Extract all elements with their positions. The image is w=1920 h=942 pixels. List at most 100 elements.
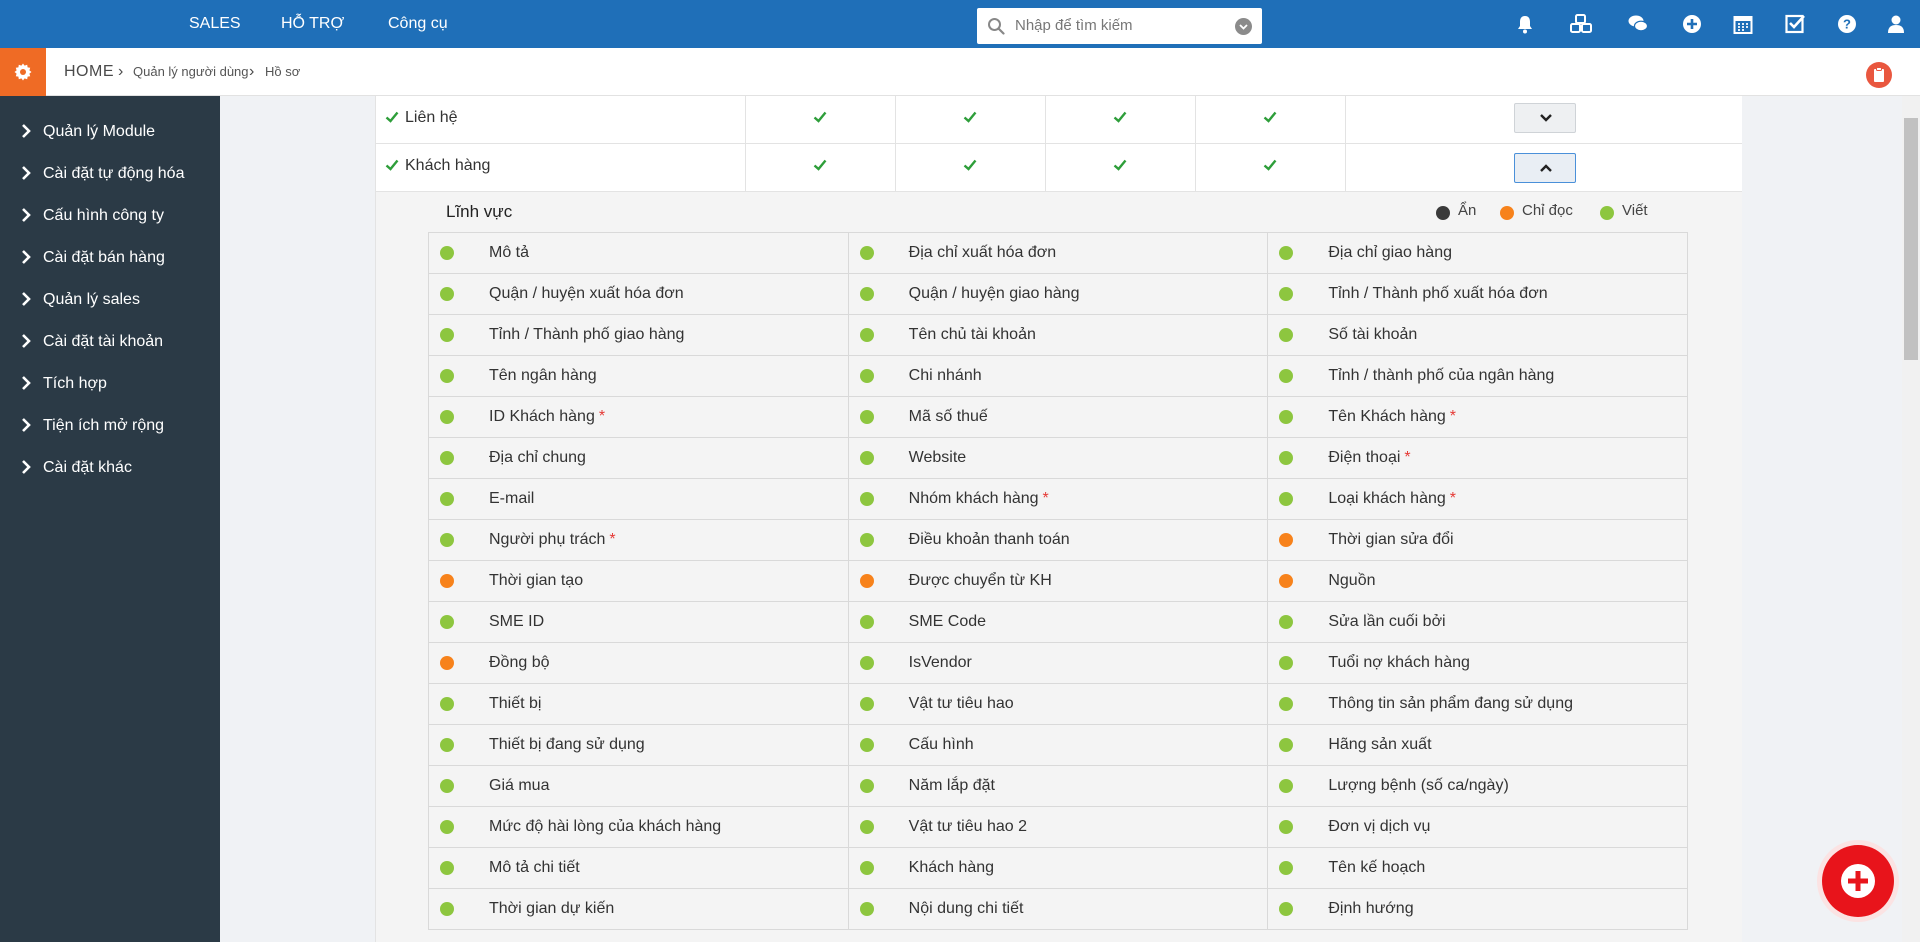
nav-tools[interactable]: Công cụ	[388, 0, 448, 48]
permission-dot-icon[interactable]	[859, 656, 874, 670]
permission-dot-icon[interactable]	[859, 820, 874, 834]
view-check-icon[interactable]	[813, 110, 827, 124]
permission-dot-icon[interactable]	[859, 287, 874, 301]
expand-button[interactable]	[1514, 103, 1576, 133]
permission-dot-icon[interactable]	[1279, 533, 1294, 547]
permission-dot-icon[interactable]	[1279, 574, 1294, 588]
permission-dot-icon[interactable]	[440, 861, 454, 875]
checkbox-icon[interactable]	[1784, 13, 1806, 35]
sidebar-item[interactable]: Quản lý Module	[0, 111, 220, 153]
search-input[interactable]: Nhập để tìm kiếm	[1015, 8, 1133, 44]
field-label: Chi nhánh	[908, 367, 982, 384]
permission-dot-icon[interactable]	[859, 492, 874, 506]
sidebar-item[interactable]: Cấu hình công ty	[0, 195, 220, 237]
chevron-right-icon	[22, 376, 31, 390]
permission-dot-icon[interactable]	[1279, 451, 1294, 465]
permission-dot-icon[interactable]	[440, 328, 454, 342]
permission-dot-icon[interactable]	[440, 697, 454, 711]
permission-dot-icon[interactable]	[859, 738, 874, 752]
permission-dot-icon[interactable]	[440, 574, 454, 588]
permission-dot-icon[interactable]	[440, 410, 454, 424]
permission-dot-icon[interactable]	[440, 779, 454, 793]
create-check-icon[interactable]	[963, 110, 977, 124]
permission-dot-icon[interactable]	[440, 287, 454, 301]
view-check-icon[interactable]	[813, 158, 827, 172]
collapse-button[interactable]	[1514, 153, 1576, 183]
permission-dot-icon[interactable]	[1279, 738, 1294, 752]
help-icon[interactable]: ?	[1836, 13, 1858, 35]
chevron-down-icon[interactable]	[1235, 18, 1252, 35]
permission-dot-icon[interactable]	[1279, 861, 1294, 875]
sidebar-item[interactable]: Cài đặt bán hàng	[0, 237, 220, 279]
permission-dot-icon[interactable]	[859, 410, 874, 424]
sidebar-item[interactable]: Tiện ích mở rộng	[0, 405, 220, 447]
required-asterisk: *	[1449, 408, 1456, 425]
permission-dot-icon[interactable]	[1279, 820, 1294, 834]
delete-check-icon[interactable]	[1263, 158, 1277, 172]
sidebar-item[interactable]: Cài đặt tài khoản	[0, 321, 220, 363]
field-label: Điện thoại *	[1328, 449, 1411, 466]
field-cell: Mức độ hài lòng của khách hàng	[429, 807, 849, 848]
permission-dot-icon[interactable]	[1279, 369, 1294, 383]
field-cell: Năm lắp đặt	[848, 766, 1269, 807]
permission-dot-icon[interactable]	[1279, 328, 1294, 342]
permission-dot-icon[interactable]	[859, 451, 874, 465]
permission-dot-icon[interactable]	[1279, 615, 1294, 629]
permission-dot-icon[interactable]	[440, 738, 454, 752]
permission-dot-icon[interactable]	[1279, 697, 1294, 711]
delete-check-icon[interactable]	[1263, 110, 1277, 124]
permission-dot-icon[interactable]	[440, 533, 454, 547]
edit-check-icon[interactable]	[1113, 158, 1127, 172]
settings-button[interactable]	[0, 48, 46, 96]
breadcrumb-home[interactable]: HOME	[64, 48, 114, 96]
clipboard-button[interactable]	[1866, 62, 1892, 88]
permission-dot-icon[interactable]	[859, 574, 874, 588]
user-icon[interactable]	[1885, 13, 1907, 35]
sidebar-item[interactable]: Tích hợp	[0, 363, 220, 405]
permission-dot-icon[interactable]	[440, 451, 454, 465]
calendar-icon[interactable]	[1732, 13, 1754, 35]
permission-dot-icon[interactable]	[440, 820, 454, 834]
permission-dot-icon[interactable]	[1279, 492, 1294, 506]
field-cell: Website	[848, 438, 1269, 479]
permission-dot-icon[interactable]	[440, 656, 454, 670]
permission-dot-icon[interactable]	[859, 779, 874, 793]
scrollbar-thumb[interactable]	[1904, 118, 1918, 360]
cubes-icon[interactable]	[1569, 13, 1593, 35]
permission-dot-icon[interactable]	[859, 861, 874, 875]
permission-dot-icon[interactable]	[440, 246, 454, 260]
field-row: Mức độ hài lòng của khách hàng Vật tư tiê…	[429, 807, 1689, 848]
permission-dot-icon[interactable]	[859, 369, 874, 383]
permission-dot-icon[interactable]	[1279, 246, 1294, 260]
permission-dot-icon[interactable]	[440, 369, 454, 383]
permission-dot-icon[interactable]	[859, 697, 874, 711]
field-cell: Số tài khoản	[1268, 315, 1689, 356]
permission-dot-icon[interactable]	[440, 902, 454, 916]
permission-dot-icon[interactable]	[859, 902, 874, 916]
bell-icon[interactable]	[1514, 13, 1536, 35]
nav-sales[interactable]: SALES	[189, 0, 241, 48]
permission-dot-icon[interactable]	[1279, 287, 1294, 301]
chat-icon[interactable]	[1627, 13, 1649, 35]
permission-dot-icon[interactable]	[1279, 410, 1294, 424]
permission-dot-icon[interactable]	[440, 615, 454, 629]
permission-dot-icon[interactable]	[859, 533, 874, 547]
create-check-icon[interactable]	[963, 158, 977, 172]
nav-support[interactable]: HỖ TRỢ	[281, 0, 344, 48]
permission-dot-icon[interactable]	[859, 246, 874, 260]
sidebar-item[interactable]: Cài đặt tự động hóa	[0, 153, 220, 195]
sidebar-item[interactable]: Quản lý sales	[0, 279, 220, 321]
permission-dot-icon[interactable]	[1279, 779, 1294, 793]
add-button[interactable]	[1817, 840, 1899, 922]
permission-dot-icon[interactable]	[440, 492, 454, 506]
permission-dot-icon[interactable]	[859, 328, 874, 342]
sidebar-item[interactable]: Cài đặt khác	[0, 447, 220, 489]
permission-dot-icon[interactable]	[859, 615, 874, 629]
permission-dot-icon[interactable]	[1279, 656, 1294, 670]
field-label: Nội dung chi tiết	[908, 900, 1024, 917]
edit-check-icon[interactable]	[1113, 110, 1127, 124]
search-box[interactable]: Nhập để tìm kiếm	[977, 8, 1262, 44]
breadcrumb-user-management[interactable]: Quản lý người dùng	[133, 48, 249, 96]
plus-circle-icon[interactable]	[1681, 13, 1703, 35]
permission-dot-icon[interactable]	[1279, 902, 1294, 916]
